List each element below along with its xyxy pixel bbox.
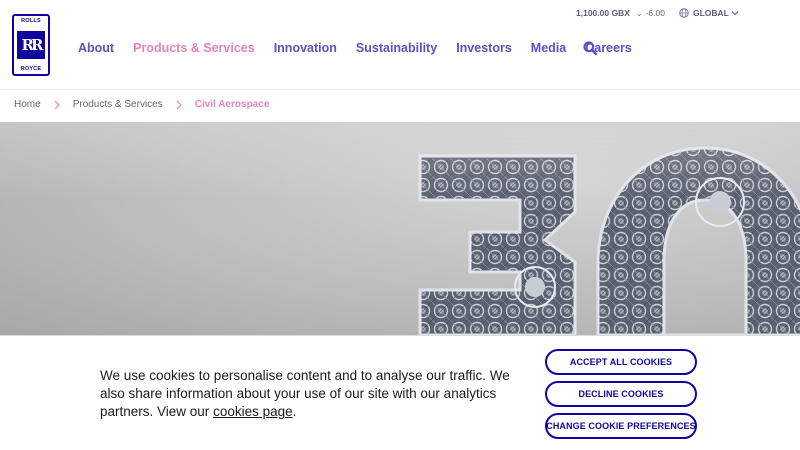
region-selector[interactable]: GLOBAL [693,8,729,18]
logo-monogram: RR [17,31,45,59]
nav-item-investors[interactable]: Investors [456,41,512,55]
nav-item-about[interactable]: About [78,41,114,55]
stock-change-value: -6.00 [645,8,665,18]
cookie-message: We use cookies to personalise content an… [100,367,520,421]
nav-item-media[interactable]: Media [531,41,566,55]
rolls-royce-logo[interactable]: ROLLS RR ROYCE [12,14,50,76]
utility-bar: 1,100.00 GBX ⌄ -6.00 GLOBAL [576,8,739,18]
nav-item-sustainability[interactable]: Sustainability [356,41,437,55]
cookies-page-link[interactable]: cookies page [213,404,293,419]
cookie-banner: We use cookies to personalise content an… [0,335,800,450]
change-cookie-preferences-button[interactable]: CHANGE COOKIE PREFERENCES [545,413,697,439]
nav-item-products-services[interactable]: Products & Services [133,41,255,55]
hero-number-artwork [0,122,800,335]
breadcrumb: Home Products & Services Civil Aerospace [14,99,269,110]
globe-icon [679,8,689,18]
breadcrumb-home[interactable]: Home [14,99,41,110]
accept-all-cookies-button[interactable]: ACCEPT ALL COOKIES [545,349,697,375]
logo-bottom-text: ROYCE [20,66,42,72]
nav-item-innovation[interactable]: Innovation [274,41,337,55]
logo-top-text: ROLLS [21,18,41,24]
stock-change: ⌄ -6.00 [636,8,665,18]
arrow-down-icon: ⌄ [635,8,643,18]
stock-price[interactable]: 1,100.00 GBX [576,8,630,18]
breadcrumb-products-services[interactable]: Products & Services [73,99,163,110]
chevron-right-icon [176,100,182,109]
cookie-message-text: We use cookies to personalise content an… [100,368,510,419]
hero-banner [0,122,800,335]
site-header: ROLLS RR ROYCE 1,100.00 GBX ⌄ -6.00 GLOB… [0,0,800,90]
main-nav: About Products & Services Innovation Sus… [78,41,651,55]
breadcrumb-current: Civil Aerospace [194,99,270,110]
search-icon[interactable] [583,41,597,55]
chevron-down-icon[interactable] [731,9,739,17]
cookie-message-end: . [292,404,297,419]
chevron-right-icon [54,100,60,109]
decline-cookies-button[interactable]: DECLINE COOKIES [545,381,697,407]
